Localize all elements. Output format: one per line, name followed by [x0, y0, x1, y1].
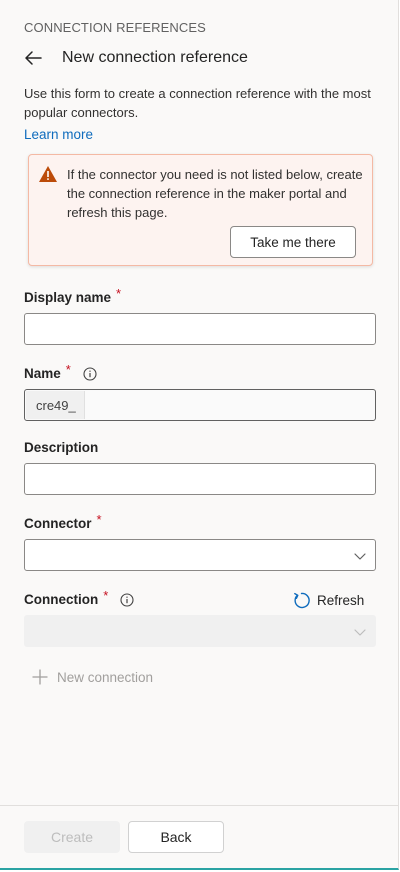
description-label: Description [24, 440, 98, 455]
refresh-button[interactable]: Refresh [292, 590, 364, 610]
plus-icon [32, 669, 48, 685]
description-input[interactable] [24, 463, 376, 495]
panel-header: New connection reference [24, 46, 248, 70]
name-label-text: Name [24, 366, 61, 381]
required-marker: * [96, 512, 102, 527]
connection-label: Connection * [24, 588, 134, 607]
connector-label-text: Connector [24, 516, 92, 531]
arrow-left-icon [25, 51, 42, 65]
name-prefix: cre49_ [26, 391, 85, 419]
refresh-icon [294, 592, 310, 608]
back-button[interactable]: Back [128, 821, 224, 853]
new-connection-label: New connection [57, 669, 154, 685]
take-me-there-button[interactable]: Take me there [230, 226, 356, 258]
warning-text: If the connector you need is not listed … [67, 167, 363, 220]
warning-message-bar: If the connector you need is not listed … [28, 154, 373, 266]
page-title: New connection reference [62, 49, 248, 66]
create-button: Create [24, 821, 120, 853]
form-description: Use this form to create a connection ref… [24, 86, 371, 120]
description-label-text: Description [24, 440, 99, 455]
info-icon[interactable] [120, 592, 134, 607]
connection-label-text: Connection [24, 592, 99, 607]
connector-label: Connector * [24, 512, 102, 531]
refresh-label: Refresh [317, 592, 365, 608]
display-name-input[interactable] [24, 313, 376, 345]
name-label: Name * [24, 362, 97, 381]
display-name-label: Display name * [24, 286, 121, 305]
chevron-down-icon [354, 553, 366, 560]
warning-icon [39, 166, 57, 182]
section-label: CONNECTION REFERENCES [24, 20, 206, 35]
name-input[interactable]: cre49_ [24, 389, 376, 421]
connection-dropdown [24, 615, 376, 647]
required-marker: * [65, 362, 71, 377]
new-connection-button: New connection [32, 667, 153, 687]
footer-divider [0, 805, 399, 806]
required-marker: * [116, 286, 122, 301]
learn-more-link[interactable]: Learn more [24, 127, 93, 142]
side-panel: CONNECTION REFERENCES New connection ref… [0, 0, 399, 870]
info-icon[interactable] [83, 366, 97, 381]
back-arrow-button[interactable] [24, 46, 52, 70]
display-name-label-text: Display name [24, 290, 112, 305]
chevron-down-icon [354, 629, 366, 636]
connector-dropdown[interactable] [24, 539, 376, 571]
required-marker: * [103, 588, 109, 603]
